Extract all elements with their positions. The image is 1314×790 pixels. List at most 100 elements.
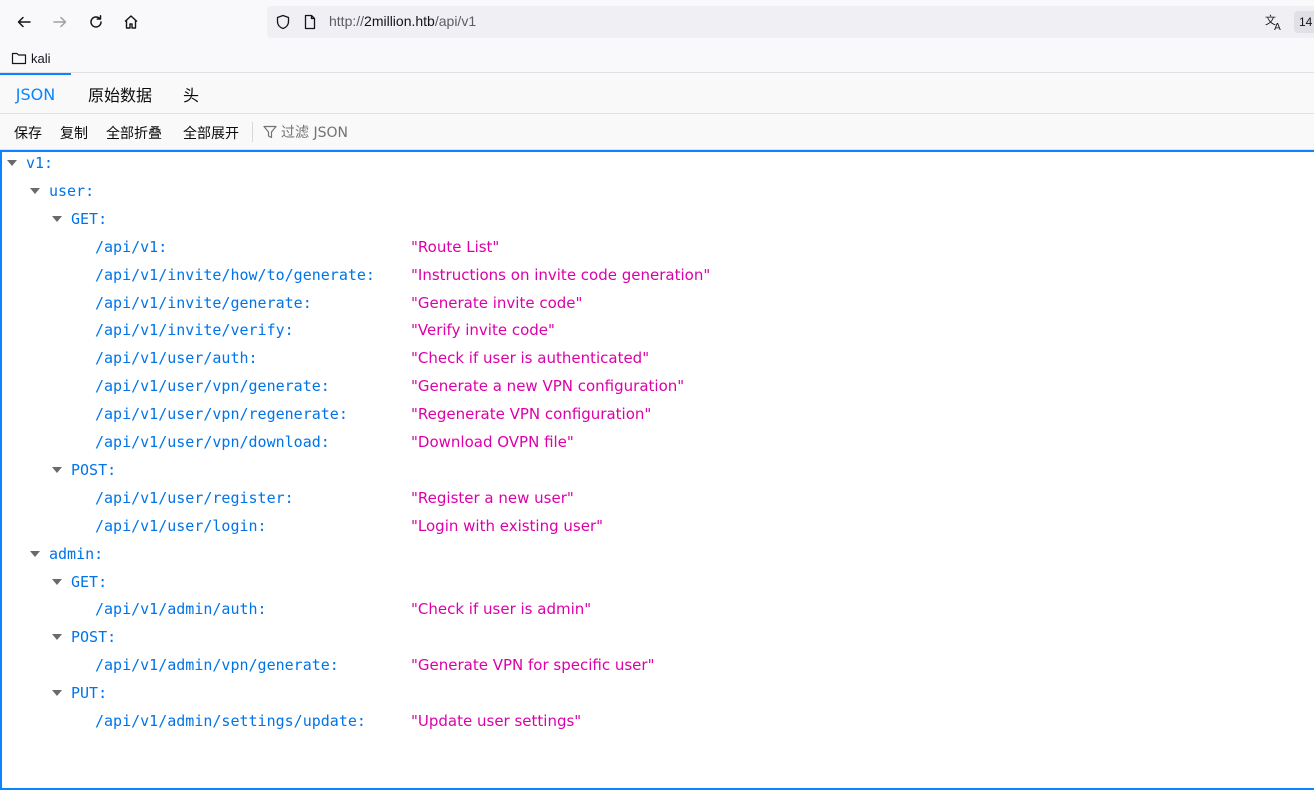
json-key: /api/v1/user/auth: — [95, 349, 258, 368]
json-key: v1: — [26, 154, 54, 172]
json-string-value[interactable]: "Register a new user" — [411, 484, 574, 512]
json-key: /api/v1/invite/verify: — [95, 321, 294, 340]
url-path: /api/v1 — [434, 13, 477, 29]
json-row-key[interactable]: /api/v1/admin/auth: — [95, 595, 267, 623]
json-key: GET: — [71, 209, 108, 228]
json-string-value[interactable]: "Route List" — [411, 233, 499, 261]
json-key: admin: — [49, 544, 104, 563]
tree-node-admin-get[interactable]: GET: — [52, 568, 107, 596]
json-row-key[interactable]: /api/v1/user/vpn/regenerate: — [95, 400, 348, 428]
json-key: /api/v1/invite/generate: — [95, 293, 312, 312]
json-key: /api/v1/admin/vpn/generate: — [95, 656, 339, 675]
url-prefix: http:// — [329, 13, 365, 29]
json-row-key[interactable]: /api/v1/invite/verify: — [95, 316, 294, 344]
json-key: /api/v1/user/vpn/download: — [95, 433, 330, 451]
json-key: /api/v1/admin/settings/update: — [95, 712, 366, 730]
url-host: 2million.htb — [364, 13, 435, 29]
copy-button[interactable]: 复制 — [60, 123, 88, 142]
home-icon — [124, 15, 138, 29]
translate-icon[interactable]: 文 A — [1264, 12, 1284, 32]
expand-toggle-icon[interactable] — [30, 187, 40, 194]
expand-toggle-icon[interactable] — [52, 578, 62, 585]
tree-node-user[interactable]: user: — [30, 177, 94, 205]
json-string-value[interactable]: "Download OVPN file" — [411, 428, 574, 456]
shield-icon[interactable] — [275, 14, 291, 30]
bookmarks-toolbar: kali — [0, 44, 1314, 72]
json-string-value[interactable]: "Check if user is authenticated" — [411, 344, 649, 372]
filter-icon — [263, 125, 277, 139]
json-key: /api/v1/user/vpn/generate: — [95, 377, 330, 396]
expand-toggle-icon[interactable] — [52, 215, 62, 222]
json-row-key[interactable]: /api/v1/user/vpn/generate: — [95, 372, 330, 400]
json-row-key[interactable]: /api/v1/invite/generate: — [95, 289, 312, 317]
json-key: user: — [49, 181, 95, 200]
expand-toggle-icon[interactable] — [52, 634, 62, 641]
expand-toggle-icon[interactable] — [52, 690, 62, 697]
json-string-value[interactable]: "Verify invite code" — [411, 316, 555, 344]
json-string-value[interactable]: "Update user settings" — [411, 707, 581, 735]
svg-text:A: A — [1274, 22, 1281, 31]
json-row-key[interactable]: /api/v1/invite/how/to/generate: — [95, 261, 375, 289]
tree-node-user-get[interactable]: GET: — [52, 205, 107, 233]
url-text[interactable]: http://2million.htb/api/v1 — [329, 13, 476, 29]
folder-icon — [11, 52, 27, 65]
expand-toggle-icon[interactable] — [30, 550, 40, 557]
json-key: /api/v1/user/register: — [95, 488, 294, 507]
tab-headers[interactable]: 头 — [174, 73, 208, 114]
json-row-key[interactable]: /api/v1/admin/vpn/generate: — [95, 651, 339, 679]
forward-button[interactable] — [47, 9, 73, 35]
zoom-badge[interactable]: 14 — [1294, 11, 1314, 33]
json-tree-viewer: v1: user: GET: /api/v1: "Route List" /api/v1/… — [0, 150, 1314, 790]
tree-node-admin-post[interactable]: POST: — [52, 623, 116, 651]
json-string-value[interactable]: "Generate invite code" — [411, 289, 582, 317]
back-button[interactable] — [11, 9, 37, 35]
json-key: PUT: — [71, 684, 108, 703]
json-key: /api/v1: — [95, 237, 168, 256]
json-key: /api/v1/user/vpn/regenerate: — [95, 405, 348, 424]
json-row-key[interactable]: /api/v1/user/register: — [95, 484, 294, 512]
json-row-key[interactable]: /api/v1/user/auth: — [95, 344, 258, 372]
url-bar[interactable]: http://2million.htb/api/v1 — [267, 6, 1314, 38]
reload-icon — [90, 15, 102, 28]
json-key: /api/v1/admin/auth: — [95, 600, 267, 619]
forward-arrow-icon — [53, 16, 67, 28]
json-row-key[interactable]: /api/v1/user/vpn/download: — [95, 428, 330, 456]
bookmark-label: kali — [31, 50, 51, 66]
json-key: GET: — [71, 572, 108, 591]
tab-json[interactable]: JSON — [0, 73, 71, 114]
tab-raw-data[interactable]: 原始数据 — [75, 73, 165, 114]
json-string-value[interactable]: "Check if user is admin" — [411, 595, 591, 623]
json-string-value[interactable]: "Generate a new VPN configuration" — [411, 372, 684, 400]
json-viewer-tabs: JSON 原始数据 头 — [0, 72, 1314, 114]
json-actions-toolbar: 保存 复制 全部折叠 全部展开 过滤 JSON — [0, 114, 1314, 150]
reload-button[interactable] — [83, 9, 109, 35]
expand-toggle-icon[interactable] — [52, 466, 62, 473]
save-button[interactable]: 保存 — [14, 123, 42, 142]
browser-toolbar: http://2million.htb/api/v1 文 A 14 — [0, 0, 1314, 44]
tree-node-user-post[interactable]: POST: — [52, 456, 116, 484]
json-row-key[interactable]: /api/v1/user/login: — [95, 512, 267, 540]
json-string-value[interactable]: "Instructions on invite code generation" — [411, 261, 710, 289]
filter-json-input[interactable]: 过滤 JSON — [263, 123, 348, 141]
tree-node-v1[interactable]: v1: — [7, 149, 53, 177]
json-key: /api/v1/user/login: — [95, 516, 267, 535]
home-button[interactable] — [118, 9, 144, 35]
expand-all-button[interactable]: 全部展开 — [183, 123, 239, 142]
json-key: POST: — [71, 628, 117, 647]
json-string-value[interactable]: "Regenerate VPN configuration" — [411, 400, 651, 428]
json-key: /api/v1/invite/how/to/generate: — [95, 265, 375, 284]
json-string-value[interactable]: "Login with existing user" — [411, 512, 603, 540]
json-row-key[interactable]: /api/v1: — [95, 233, 167, 261]
tree-node-admin-put[interactable]: PUT: — [52, 679, 107, 707]
page-icon[interactable] — [302, 14, 318, 30]
json-string-value[interactable]: "Generate VPN for specific user" — [411, 651, 654, 679]
filter-placeholder: 过滤 JSON — [281, 125, 348, 141]
tree-node-admin[interactable]: admin: — [30, 540, 103, 568]
toolbar-divider — [252, 122, 253, 142]
json-key: POST: — [71, 460, 117, 479]
collapse-all-button[interactable]: 全部折叠 — [106, 123, 162, 142]
expand-toggle-icon[interactable] — [7, 160, 17, 166]
back-arrow-icon — [17, 16, 31, 28]
json-row-key[interactable]: /api/v1/admin/settings/update: — [95, 707, 366, 735]
bookmark-folder-kali[interactable]: kali — [11, 49, 51, 67]
